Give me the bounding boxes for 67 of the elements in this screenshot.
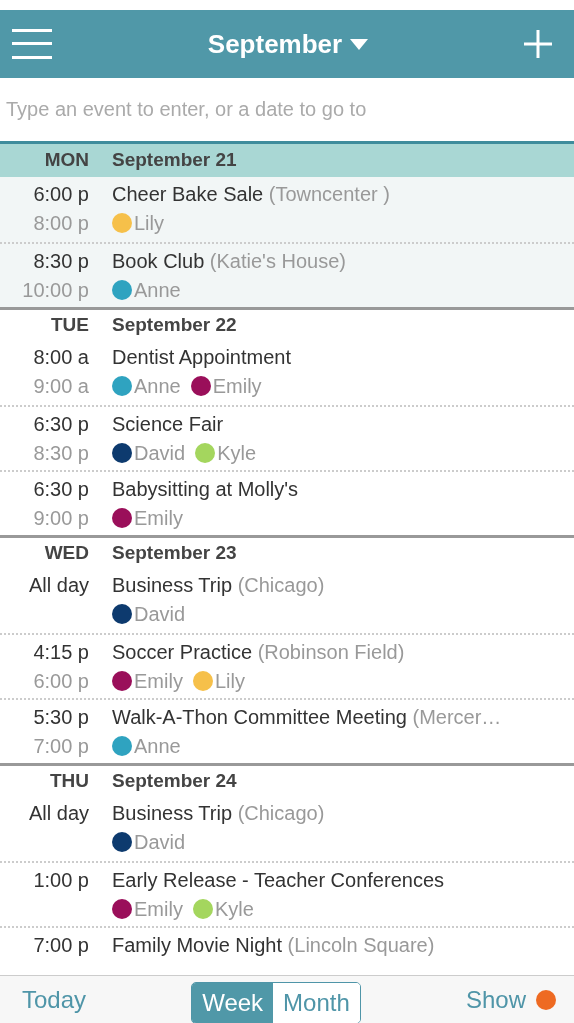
person-name: Emily [212, 374, 262, 399]
person-name: Emily [134, 506, 183, 531]
event-location: (Chicago) [237, 574, 325, 596]
event-location: (Mercer… [412, 706, 502, 728]
start-time: 7:00 p [32, 933, 89, 958]
start-time: 5:30 p [32, 705, 89, 730]
event-title: Family Movie Night [112, 934, 283, 956]
date-label: September 21 [111, 148, 238, 173]
person-name: Anne [134, 734, 181, 759]
event-title: Cheer Bake Sale [112, 183, 264, 205]
start-time: All day [27, 801, 89, 826]
date-label: September 24 [111, 768, 238, 793]
weekday-label: TUE [50, 312, 89, 337]
end-time: 9:00 p [32, 506, 89, 531]
today-button[interactable]: Today [22, 981, 87, 1018]
event-title: Dentist Appointment [112, 346, 291, 368]
person-name: Lily [214, 669, 245, 694]
event-title: Book Club [112, 250, 205, 272]
person-name: David [134, 602, 186, 627]
start-time: 6:00 p [32, 182, 89, 207]
start-time: 4:15 p [32, 640, 89, 665]
event-location: (Lincoln Square) [287, 934, 435, 956]
event-location: (Katie's House) [209, 250, 346, 272]
person-name: David [134, 441, 186, 466]
event-location: (Chicago) [237, 802, 325, 824]
weekday-label: WED [43, 540, 89, 565]
person-name: Kyle [214, 897, 254, 922]
person-name: Anne [134, 278, 181, 303]
event-title: Business Trip [112, 802, 233, 824]
start-time: 8:30 p [32, 249, 89, 274]
end-time: 10:00 p [21, 278, 89, 303]
view-tab[interactable]: Month [273, 982, 360, 1023]
weekday-label: MON [43, 148, 89, 173]
start-time: All day [27, 573, 89, 598]
start-time: 8:00 a [32, 345, 89, 370]
end-time: 8:00 p [32, 211, 89, 236]
event-title: Walk-A-Thon Committee Meeting [112, 706, 407, 728]
end-time: 8:30 p [32, 441, 89, 466]
end-time: 7:00 p [32, 734, 89, 759]
person-name: Lily [134, 211, 164, 236]
person-name: David [134, 830, 186, 855]
caret-icon [350, 38, 369, 50]
end-time: 6:00 p [32, 669, 89, 694]
person-name: Anne [134, 374, 181, 399]
event-title: Business Trip [112, 574, 233, 596]
start-time: 1:00 p [32, 868, 89, 893]
start-time: 6:30 p [32, 477, 89, 502]
date-label: September 22 [111, 312, 238, 337]
event-title: Babysitting at Molly's [112, 478, 299, 500]
start-time: 6:30 p [32, 412, 89, 437]
person-name: Emily [134, 669, 183, 694]
menu-icon[interactable] [12, 29, 52, 59]
show-button[interactable]: Show [465, 981, 556, 1018]
date-label: September 23 [111, 540, 238, 565]
event-location: (Robinson Field) [257, 641, 405, 663]
view-tab[interactable]: Week [192, 982, 274, 1023]
end-time: 9:00 a [32, 374, 89, 399]
person-name: Kyle [217, 441, 257, 466]
event-location: (Towncenter ) [268, 183, 390, 205]
event-title: Science Fair [112, 413, 224, 435]
month-dropdown[interactable]: September [207, 28, 369, 60]
weekday-label: THU [48, 768, 89, 793]
person-name: Emily [134, 897, 183, 922]
event-title: Soccer Practice [112, 641, 253, 663]
add-icon[interactable] [524, 30, 552, 58]
event-title: Early Release - Teacher Conferences [112, 869, 445, 891]
status-dot [536, 989, 556, 1010]
